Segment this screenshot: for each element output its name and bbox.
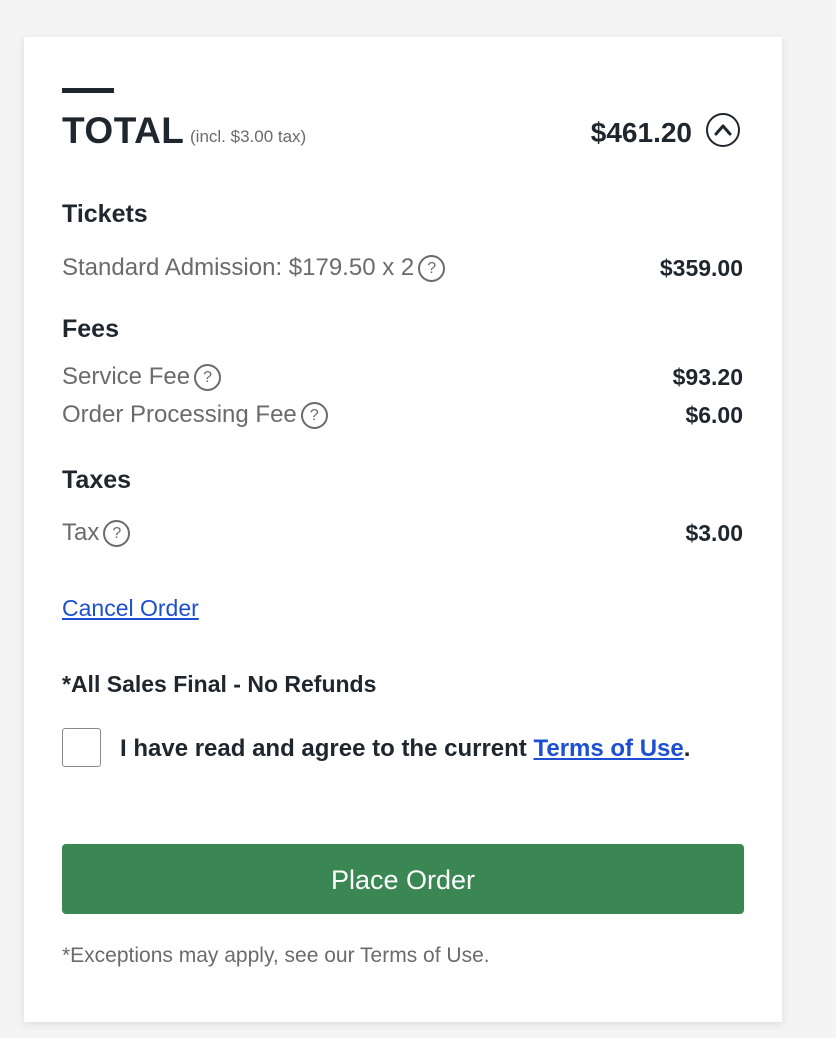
service-fee-label: Service Fee ?	[62, 362, 222, 392]
ticket-line-amount: $359.00	[659, 255, 743, 281]
terms-of-use-link[interactable]: Terms of Use	[533, 735, 683, 762]
chevron-up-icon	[714, 124, 732, 136]
tickets-section-title: Tickets	[62, 200, 148, 228]
service-fee-amount: $93.20	[672, 364, 743, 390]
cancel-order-link[interactable]: Cancel Order	[62, 593, 199, 623]
service-fee-text: Service Fee	[62, 363, 191, 390]
accent-bar	[62, 88, 114, 93]
ticket-line-label: Standard Admission: $179.50 x 2 ?	[62, 253, 446, 283]
processing-fee-label: Order Processing Fee ?	[62, 400, 328, 430]
place-order-button[interactable]: Place Order	[62, 844, 744, 914]
help-icon[interactable]: ?	[194, 363, 222, 391]
terms-agreement-prefix: I have read and agree to the current	[120, 735, 534, 762]
help-icon[interactable]: ?	[418, 254, 446, 282]
ticket-line-text: Standard Admission: $179.50 x 2	[62, 254, 415, 281]
exceptions-footnote: *Exceptions may apply, see our Terms of …	[62, 944, 490, 967]
total-tax-note: (incl. $3.00 tax)	[190, 127, 307, 146]
terms-checkbox[interactable]	[62, 728, 101, 767]
tax-amount: $3.00	[685, 520, 743, 546]
processing-fee-amount: $6.00	[685, 402, 743, 428]
processing-fee-text: Order Processing Fee	[62, 401, 297, 428]
sales-final-notice: *All Sales Final - No Refunds	[62, 671, 377, 697]
collapse-summary-button[interactable]	[706, 113, 740, 147]
fees-section-title: Fees	[62, 315, 119, 343]
help-icon[interactable]: ?	[103, 519, 131, 547]
tax-text: Tax	[62, 519, 100, 546]
help-icon[interactable]: ?	[300, 401, 328, 429]
total-amount: $461.20	[590, 117, 692, 148]
tax-label: Tax ?	[62, 518, 131, 548]
terms-agreement-suffix: .	[683, 735, 691, 762]
total-title: TOTAL	[62, 110, 185, 151]
terms-agreement-text: I have read and agree to the current Ter…	[120, 729, 720, 768]
taxes-section-title: Taxes	[62, 466, 132, 494]
order-summary-card: TOTAL (incl. $3.00 tax) $461.20 Tickets …	[24, 37, 782, 1022]
